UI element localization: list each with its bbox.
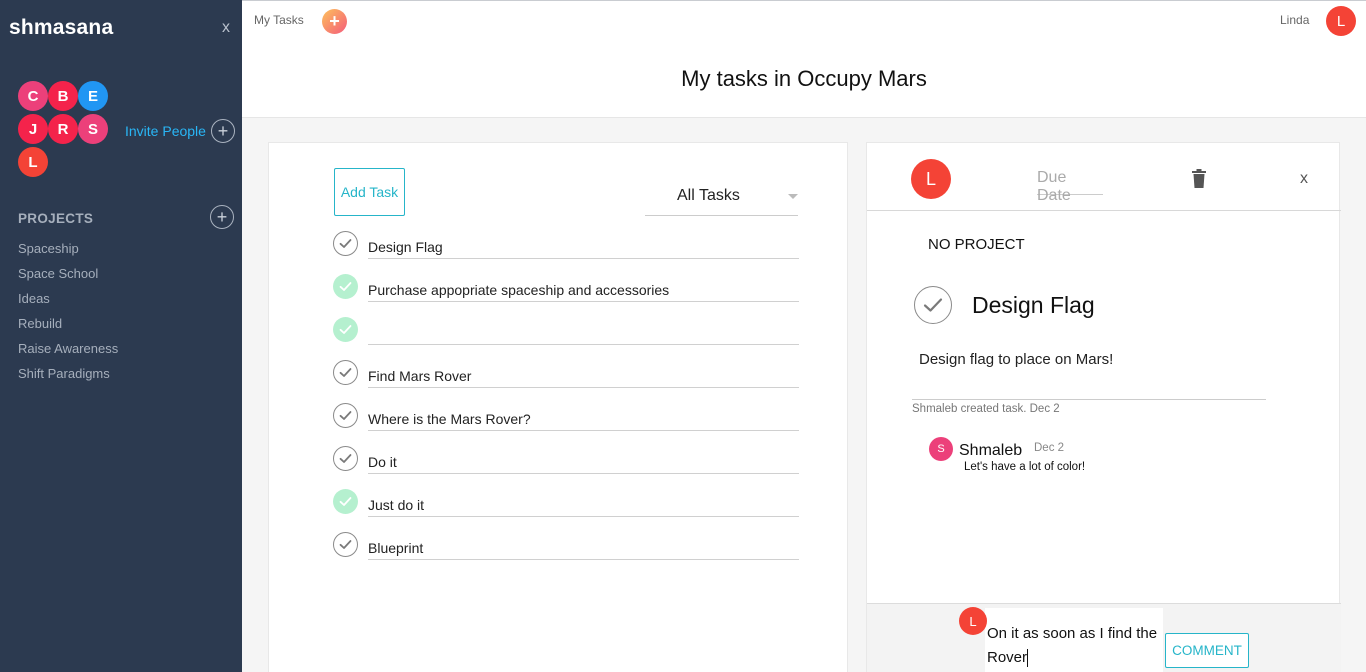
plus-icon[interactable]: + [322,9,347,34]
member-avatar[interactable]: R [48,114,78,144]
add-project-icon[interactable]: + [210,205,234,229]
projects-heading: PROJECTS [18,211,94,226]
member-avatar[interactable]: C [18,81,48,111]
sidebar-project-item[interactable]: Spaceship [18,241,79,256]
task-name[interactable] [368,325,799,345]
comment-avatar: S [929,437,953,461]
task-name[interactable]: Where is the Mars Rover? [368,411,799,431]
member-avatar[interactable]: S [78,114,108,144]
page-title: My tasks in Occupy Mars [681,66,927,91]
comment-input[interactable]: On it as soon as I find the Rover [985,608,1163,672]
title-bar: My tasks in Occupy Mars [242,40,1366,118]
comment-date: Dec 2 [1034,442,1065,454]
detail-header: L Due Date x [867,143,1341,211]
task-row[interactable]: Find Mars Rover [333,360,799,390]
user-avatar[interactable]: L [1326,6,1356,36]
check-icon[interactable] [333,403,358,428]
invite-plus-icon[interactable]: + [211,119,235,143]
task-title[interactable]: Design Flag [972,292,1095,319]
task-row[interactable]: Do it [333,446,799,476]
activity-log: Shmaleb created task. Dec 2 [912,403,1060,415]
sidebar: shmasana x CBEJRSL Invite People + PROJE… [0,0,242,672]
task-name[interactable]: Just do it [368,497,799,517]
task-row[interactable]: Design Flag [333,231,799,261]
sidebar-project-item[interactable]: Shift Paradigms [18,366,110,381]
complete-task-check-icon[interactable] [914,286,952,324]
chevron-down-icon [788,194,798,199]
task-row[interactable] [333,317,799,347]
task-filter-select[interactable]: All Tasks [645,179,798,216]
check-icon[interactable] [333,274,358,299]
comment-author: Shmaleb [959,442,1023,459]
comment-text: Let's have a lot of color! [964,461,1086,473]
task-row[interactable]: Just do it [333,489,799,519]
text-cursor [1027,649,1029,668]
task-row[interactable]: Where is the Mars Rover? [333,403,799,433]
member-avatar[interactable]: J [18,114,48,144]
member-avatar[interactable]: B [48,81,78,111]
project-selector[interactable]: NO PROJECT [928,236,1025,253]
composer-avatar: L [959,607,987,635]
sidebar-project-item[interactable]: Rebuild [18,316,62,331]
member-avatar[interactable]: E [78,81,108,111]
task-name[interactable]: Design Flag [368,239,799,259]
sidebar-project-item[interactable]: Ideas [18,291,50,306]
task-name[interactable]: Blueprint [368,540,799,560]
add-task-button[interactable]: Add Task [334,168,405,216]
user-name: Linda [1280,13,1310,27]
comment-composer: On it as soon as I find the Rover L COMM… [867,603,1341,672]
top-bar: My Tasks + Linda L [242,0,1366,40]
task-name[interactable]: Purchase appopriate spaceship and access… [368,282,799,302]
task-name[interactable]: Do it [368,454,799,474]
close-detail-button[interactable]: x [1300,170,1308,188]
due-date-field[interactable]: Due Date [1037,169,1103,204]
assignee-avatar[interactable]: L [911,159,951,199]
task-filter-value: All Tasks [677,187,740,204]
check-icon[interactable] [333,532,358,557]
task-detail-panel: L Due Date x NO PROJECT Design Flag Desi… [866,142,1341,672]
check-icon[interactable] [333,231,358,256]
trash-icon[interactable] [1191,169,1207,193]
check-icon[interactable] [333,489,358,514]
check-icon[interactable] [333,317,358,342]
check-icon[interactable] [333,446,358,471]
task-row[interactable]: Purchase appopriate spaceship and access… [333,274,799,304]
sidebar-close-button[interactable]: x [222,19,230,37]
comment-button[interactable]: COMMENT [1165,633,1249,668]
app-logo: shmasana [9,16,114,39]
task-list-panel: Add Task All Tasks Design Flag Purchase a… [268,142,848,672]
check-icon[interactable] [333,360,358,385]
task-name[interactable]: Find Mars Rover [368,368,799,388]
invite-people-link[interactable]: Invite People [125,123,206,139]
my-tasks-link[interactable]: My Tasks [254,13,304,27]
task-row[interactable]: Blueprint [333,532,799,562]
member-avatar[interactable]: L [18,147,48,177]
task-description[interactable]: Design flag to place on Mars! [912,351,1266,400]
sidebar-project-item[interactable]: Space School [18,266,98,281]
sidebar-project-item[interactable]: Raise Awareness [18,341,118,356]
comment-draft-text: On it as soon as I find the Rover [987,625,1158,666]
